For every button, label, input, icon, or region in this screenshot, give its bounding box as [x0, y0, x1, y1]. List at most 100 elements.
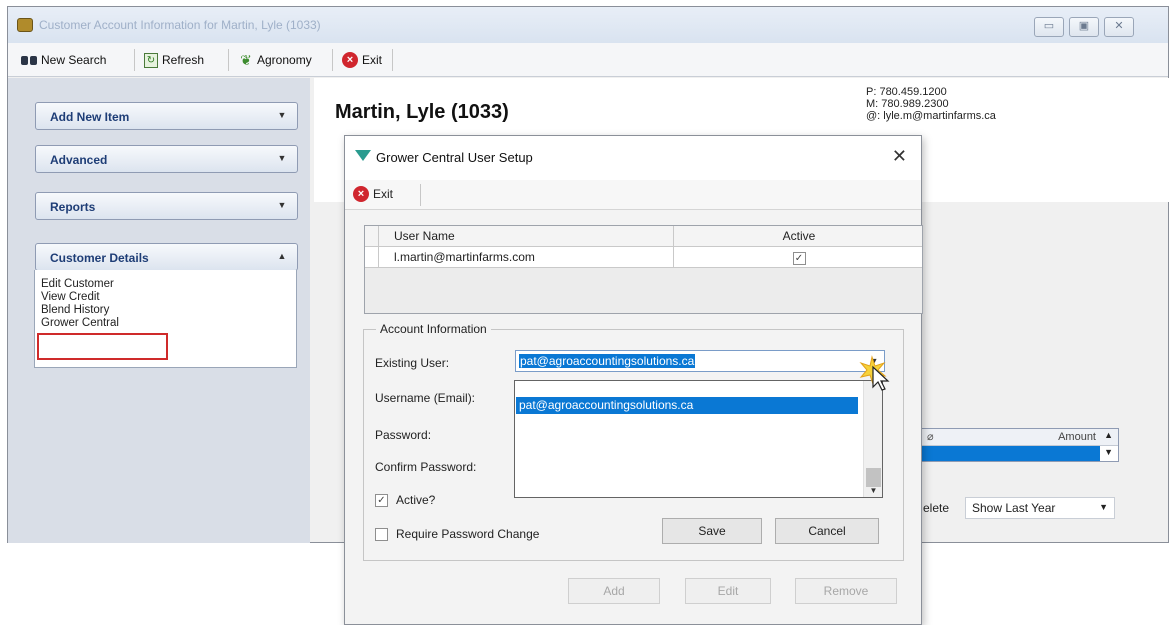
group-advanced[interactable]: Advanced ▼ [35, 145, 298, 173]
dialog-close-button[interactable]: ✕ [892, 146, 907, 167]
maximize-button[interactable]: ▣ [1069, 17, 1099, 37]
show-range-dropdown[interactable]: Show Last Year ▼ [965, 497, 1115, 519]
password-label: Password: [375, 428, 432, 442]
require-password-checkbox[interactable] [375, 527, 388, 541]
group-label: Customer Details [50, 251, 149, 265]
grid-header: ⌀ Amount ▲ [921, 429, 1118, 446]
group-add-new-item[interactable]: Add New Item ▼ [35, 102, 298, 130]
new-search-label: New Search [41, 53, 107, 67]
require-password-option[interactable]: Require Password Change [375, 527, 539, 541]
close-window-button[interactable]: ✕ [1104, 17, 1134, 37]
cancel-button[interactable]: Cancel [775, 518, 879, 544]
toolbar-separator [134, 49, 135, 71]
autocomplete-dropdown: pat@agroaccountingsolutions.ca ▼ [514, 380, 883, 498]
exit-icon: × [353, 186, 369, 202]
transactions-grid: ⌀ Amount ▲ ▼ [920, 428, 1119, 462]
dialog-title: Grower Central User Setup [376, 150, 533, 165]
row-indicator-header [365, 226, 379, 247]
chevron-down-icon: ▼ [277, 153, 287, 163]
existing-user-value: pat@agroaccountingsolutions.ca [519, 354, 696, 368]
grower-central-highlight [37, 333, 168, 360]
edit-customer-link[interactable]: Edit Customer [41, 278, 114, 290]
minimize-button[interactable]: ▭ [1034, 17, 1064, 37]
group-label: Reports [50, 200, 96, 214]
account-section-title: Account Information [376, 322, 491, 336]
refresh-icon: ↻ [144, 52, 158, 68]
toolbar-separator [420, 184, 421, 206]
dropdown-scrollbar[interactable]: ▼ [863, 381, 882, 497]
user-grid: User Name Active l.martin@martinfarms.co… [364, 225, 923, 314]
chevron-down-icon: ▼ [1099, 502, 1108, 512]
mobile-number: M: 780.989.2300 [866, 98, 949, 110]
grower-central-dialog: Grower Central User Setup ✕ × Exit User … [344, 135, 923, 625]
confirm-password-label: Confirm Password: [375, 460, 477, 474]
group-reports[interactable]: Reports ▼ [35, 192, 298, 220]
active-option[interactable]: ✓ Active? [375, 493, 435, 507]
email-address[interactable]: @: lyle.m@martinfarms.ca [866, 110, 996, 122]
scroll-up-icon[interactable]: ▲ [1104, 430, 1113, 440]
blend-history-link[interactable]: Blend History [41, 304, 109, 316]
active-label: Active? [396, 493, 436, 507]
refresh-button[interactable]: ↻ Refresh [140, 49, 208, 71]
view-credit-link[interactable]: View Credit [41, 291, 100, 303]
exit-icon: × [342, 52, 358, 68]
user-name-cell[interactable]: l.martin@martinfarms.com [379, 247, 674, 268]
customer-name: Martin, Lyle (1033) [335, 101, 509, 123]
active-checkbox[interactable]: ✓ [375, 493, 388, 507]
dialog-toolbar: × Exit [345, 180, 921, 210]
toolbar-separator [392, 49, 393, 71]
phone-number: P: 780.459.1200 [866, 86, 947, 98]
exit-label: Exit [362, 53, 383, 67]
amount-header: Amount [1058, 431, 1096, 443]
new-search-button[interactable]: New Search [17, 49, 110, 71]
grower-central-link[interactable]: Grower Central [41, 317, 119, 329]
agronomy-label: Agronomy [257, 53, 312, 67]
scrollbar-thumb[interactable] [866, 468, 881, 487]
save-button[interactable]: Save [662, 518, 762, 544]
active-header[interactable]: Active [674, 226, 924, 247]
delete-label-fragment[interactable]: elete [923, 501, 949, 515]
username-label: Username (Email): [375, 391, 476, 405]
table-row[interactable]: l.martin@martinfarms.com ✓ [365, 247, 922, 268]
edit-button[interactable]: Edit [685, 578, 771, 604]
grid-header-row: User Name Active [365, 226, 922, 247]
dialog-exit-label: Exit [373, 187, 394, 201]
refresh-label: Refresh [162, 53, 205, 67]
plant-icon: ❦ [240, 52, 252, 68]
dropdown-option[interactable]: pat@agroaccountingsolutions.ca [516, 397, 858, 414]
group-label: Advanced [50, 153, 108, 167]
chevron-down-icon: ▼ [277, 110, 287, 120]
show-range-value: Show Last Year [972, 501, 1056, 515]
require-password-label: Require Password Change [396, 527, 540, 541]
binoculars-icon [21, 54, 37, 67]
scroll-down-icon[interactable]: ▼ [864, 486, 883, 497]
dialog-exit-button[interactable]: × Exit [353, 186, 393, 202]
toolbar-separator [332, 49, 333, 71]
group-customer-details[interactable]: Customer Details ▲ [35, 243, 298, 271]
chevron-up-icon: ▲ [277, 251, 287, 261]
existing-user-combo[interactable]: pat@agroaccountingsolutions.ca ▼ [515, 350, 885, 372]
user-name-header[interactable]: User Name [379, 226, 674, 247]
existing-user-label: Existing User: [375, 356, 450, 370]
dialog-title-bar: Grower Central User Setup ✕ [345, 136, 921, 180]
add-button[interactable]: Add [568, 578, 660, 604]
grid-empty-area [365, 269, 922, 313]
app-icon [17, 18, 33, 32]
active-cell[interactable]: ✓ [674, 247, 924, 268]
selected-row[interactable] [921, 446, 1100, 461]
scroll-down-icon[interactable]: ▼ [1104, 447, 1113, 457]
grower-central-logo-icon [355, 150, 371, 161]
remove-button[interactable]: Remove [795, 578, 897, 604]
mouse-cursor-icon [859, 355, 890, 391]
group-label: Add New Item [50, 110, 130, 124]
title-bar: Customer Account Information for Martin,… [8, 7, 1168, 43]
chevron-down-icon: ▼ [277, 200, 287, 210]
row-indicator [365, 247, 379, 268]
active-checkbox[interactable]: ✓ [792, 252, 806, 265]
toolbar: New Search ↻ Refresh ❦ Agronomy × Exit [8, 43, 1168, 77]
agronomy-button[interactable]: ❦ Agronomy [235, 49, 316, 71]
exit-button[interactable]: × Exit [338, 49, 386, 71]
window-title: Customer Account Information for Martin,… [39, 18, 321, 32]
toolbar-separator [228, 49, 229, 71]
paperclip-icon: ⌀ [927, 431, 934, 443]
